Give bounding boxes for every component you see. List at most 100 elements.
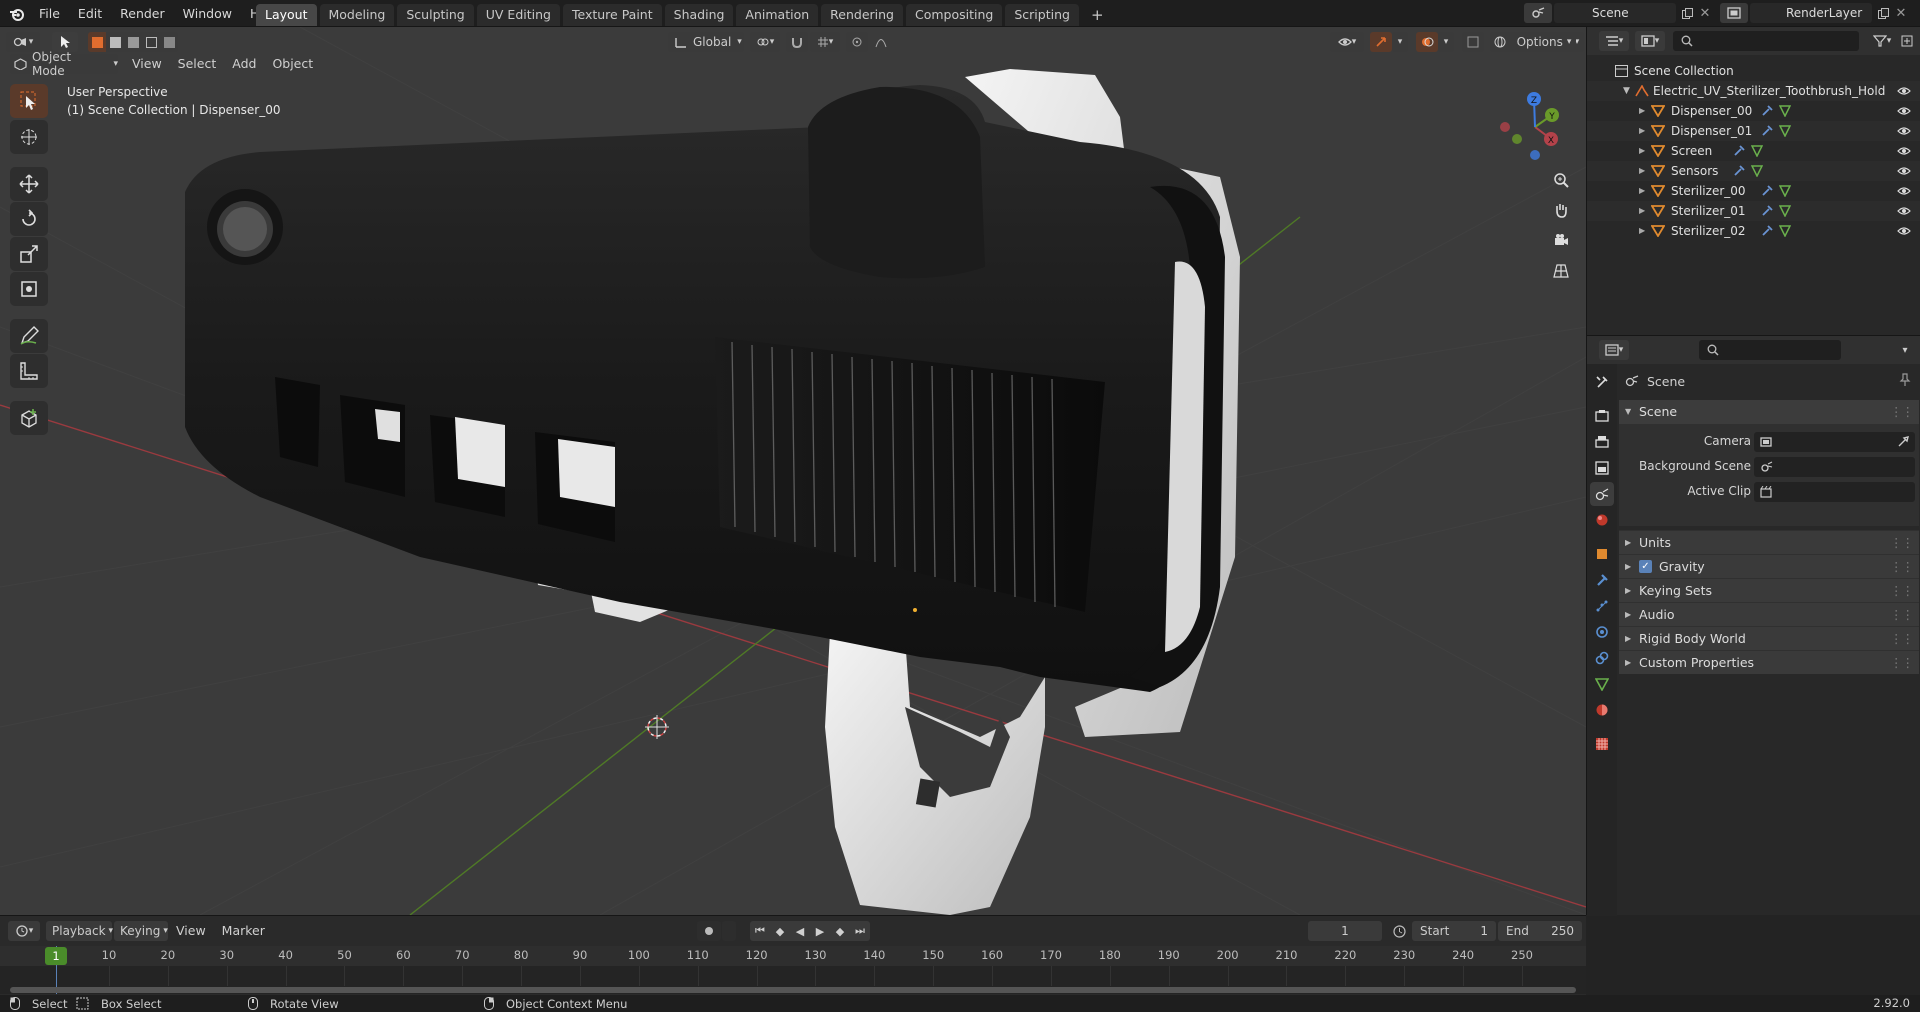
- transform-orientation-dropdown[interactable]: Global ▾: [668, 32, 744, 52]
- properties-options-dropdown[interactable]: ▾: [1895, 340, 1915, 360]
- camera-view-button[interactable]: [1548, 228, 1574, 254]
- cursor-tool[interactable]: [10, 120, 48, 154]
- outliner-editor-type-button[interactable]: ▾: [1599, 31, 1629, 51]
- transform-tool[interactable]: [10, 272, 48, 306]
- view-layer-tab-icon[interactable]: [1590, 456, 1614, 480]
- zoom-button[interactable]: [1548, 167, 1574, 193]
- play-reverse-icon[interactable]: ◀: [790, 925, 810, 938]
- scale-tool[interactable]: [10, 237, 48, 271]
- falloff-dropdown[interactable]: [870, 32, 892, 52]
- expand-arrow-icon[interactable]: ▶: [1639, 121, 1645, 141]
- scene-name-field[interactable]: Scene: [1554, 3, 1676, 23]
- visibility-eye-icon[interactable]: [1897, 126, 1911, 136]
- background-scene-field[interactable]: [1754, 457, 1915, 477]
- options-dropdown[interactable]: Options ▾: [1512, 32, 1576, 52]
- expand-arrow-icon[interactable]: ▶: [1639, 101, 1645, 121]
- outliner-item[interactable]: ▶ Sterilizer_02: [1587, 221, 1920, 241]
- visibility-eye-icon[interactable]: [1897, 186, 1911, 196]
- start-frame-field[interactable]: Start 1: [1412, 921, 1496, 941]
- mode-dropdown[interactable]: Object Mode ▾: [10, 50, 118, 78]
- visibility-eye-icon[interactable]: [1897, 206, 1911, 216]
- output-tab-icon[interactable]: [1590, 430, 1614, 454]
- world-tab-icon[interactable]: [1590, 508, 1614, 532]
- select-mode-icon[interactable]: [52, 32, 78, 52]
- playhead[interactable]: 1: [45, 947, 67, 965]
- outliner-collection-row[interactable]: ▼ Electric_UV_Sterilizer_Toothbrush_Hold…: [1587, 81, 1920, 101]
- timeline-editor-type-button[interactable]: ▾: [8, 921, 40, 941]
- menu-select[interactable]: Select: [170, 49, 225, 79]
- gizmo-toggle[interactable]: [1370, 32, 1392, 52]
- subpanel-custom-properties[interactable]: ▶ Custom Properties ⋮⋮: [1619, 650, 1919, 674]
- tab-layout[interactable]: Layout: [256, 4, 317, 26]
- physics-tab-icon[interactable]: [1590, 620, 1614, 644]
- mesh-data-icon[interactable]: [1779, 185, 1791, 197]
- current-frame-field[interactable]: 1: [1308, 921, 1382, 941]
- render-tab-icon[interactable]: [1590, 404, 1614, 428]
- 3d-viewport[interactable]: ▾ Global ▾ ▾ ▾ ▾ ▾ ▾ ▾ Options ▾ Object …: [0, 27, 1586, 915]
- perspective-toggle-button[interactable]: [1548, 258, 1574, 284]
- drag-handle-icon[interactable]: ⋮⋮: [1890, 651, 1914, 675]
- outliner-search-input[interactable]: [1673, 31, 1859, 51]
- drag-handle-icon[interactable]: ⋮⋮: [1890, 603, 1914, 627]
- visibility-eye-icon[interactable]: [1897, 146, 1911, 156]
- drag-handle-icon[interactable]: ⋮⋮: [1890, 627, 1914, 651]
- pin-icon[interactable]: [1899, 373, 1911, 390]
- tab-compositing[interactable]: Compositing: [906, 4, 1003, 26]
- overlays-dropdown[interactable]: ▾: [1438, 32, 1454, 52]
- delete-renderlayer-icon[interactable]: ✕: [1892, 3, 1910, 23]
- expand-arrow-icon[interactable]: ▶: [1639, 181, 1645, 201]
- visibility-eye-icon[interactable]: [1897, 166, 1911, 176]
- drag-handle-icon[interactable]: ⋮⋮: [1890, 579, 1914, 603]
- overlays-toggle[interactable]: [1416, 32, 1438, 52]
- timeline-menu-view[interactable]: View: [168, 920, 214, 942]
- outliner-item[interactable]: ▶ Sensors: [1587, 161, 1920, 181]
- filter-dropdown[interactable]: ▾: [1867, 31, 1897, 51]
- preview-range-icon[interactable]: [1390, 924, 1408, 938]
- outliner-item[interactable]: ▶ Screen: [1587, 141, 1920, 161]
- modifier-wrench-icon[interactable]: [1761, 105, 1773, 117]
- mesh-data-icon[interactable]: [1751, 145, 1763, 157]
- visibility-eye-icon[interactable]: [1897, 226, 1911, 236]
- eyedropper-icon[interactable]: [1897, 436, 1909, 448]
- subpanel-keying-sets[interactable]: ▶ Keying Sets ⋮⋮: [1619, 578, 1919, 602]
- outliner-item[interactable]: ▶ Sterilizer_00: [1587, 181, 1920, 201]
- mesh-data-icon[interactable]: [1779, 105, 1791, 117]
- autokey-options[interactable]: [722, 921, 736, 941]
- properties-search-input[interactable]: [1699, 340, 1841, 360]
- modifier-wrench-icon[interactable]: [1733, 165, 1745, 177]
- tab-sculpting[interactable]: Sculpting: [397, 4, 474, 26]
- subpanel-gravity[interactable]: ▶ ✓ Gravity ⋮⋮: [1619, 554, 1919, 578]
- display-mode-dropdown[interactable]: ▾: [1635, 31, 1665, 51]
- tab-texture-paint[interactable]: Texture Paint: [562, 4, 662, 26]
- properties-editor-type-button[interactable]: ▾: [1599, 340, 1629, 360]
- expand-arrow-icon[interactable]: ▶: [1639, 221, 1645, 241]
- outliner-scene-collection[interactable]: Scene Collection: [1587, 61, 1920, 81]
- timeline-scrollbar[interactable]: [10, 987, 1576, 993]
- select-new-icon[interactable]: [88, 32, 106, 52]
- menu-file[interactable]: File: [30, 0, 69, 27]
- next-keyframe-icon[interactable]: ◆: [830, 925, 850, 938]
- mesh-data-icon[interactable]: [1751, 165, 1763, 177]
- add-cube-tool[interactable]: [10, 401, 48, 435]
- tab-animation[interactable]: Animation: [736, 4, 819, 26]
- mesh-data-icon[interactable]: [1779, 205, 1791, 217]
- jump-start-icon[interactable]: ⏮: [750, 924, 770, 938]
- subpanel-rigid-body-world[interactable]: ▶ Rigid Body World ⋮⋮: [1619, 626, 1919, 650]
- drag-handle-icon[interactable]: ⋮⋮: [1890, 531, 1914, 555]
- scene-browse-button[interactable]: [1524, 3, 1552, 23]
- modifier-wrench-icon[interactable]: [1761, 185, 1773, 197]
- wireframe-shading-icon[interactable]: [1490, 36, 1510, 48]
- modifier-wrench-icon[interactable]: [1733, 145, 1745, 157]
- active-clip-field[interactable]: [1754, 482, 1915, 502]
- timeline-track-area[interactable]: 10 20 30 40 50 60 70 80 90 100 110 120 130 140 150 160 1…: [0, 946, 1586, 994]
- scene-tab-icon[interactable]: [1590, 482, 1614, 506]
- snap-target-dropdown[interactable]: ▾: [810, 32, 840, 52]
- texture-tab-icon[interactable]: [1590, 732, 1614, 756]
- particles-tab-icon[interactable]: [1590, 594, 1614, 618]
- menu-edit[interactable]: Edit: [69, 0, 111, 27]
- visibility-eye-icon[interactable]: [1897, 86, 1911, 96]
- subpanel-units[interactable]: ▶ Units ⋮⋮: [1619, 530, 1919, 554]
- navigation-gizmo[interactable]: X Y Z: [1495, 87, 1575, 167]
- editor-type-button[interactable]: ▾: [6, 32, 40, 52]
- drag-handle-icon[interactable]: ⋮⋮: [1890, 400, 1914, 424]
